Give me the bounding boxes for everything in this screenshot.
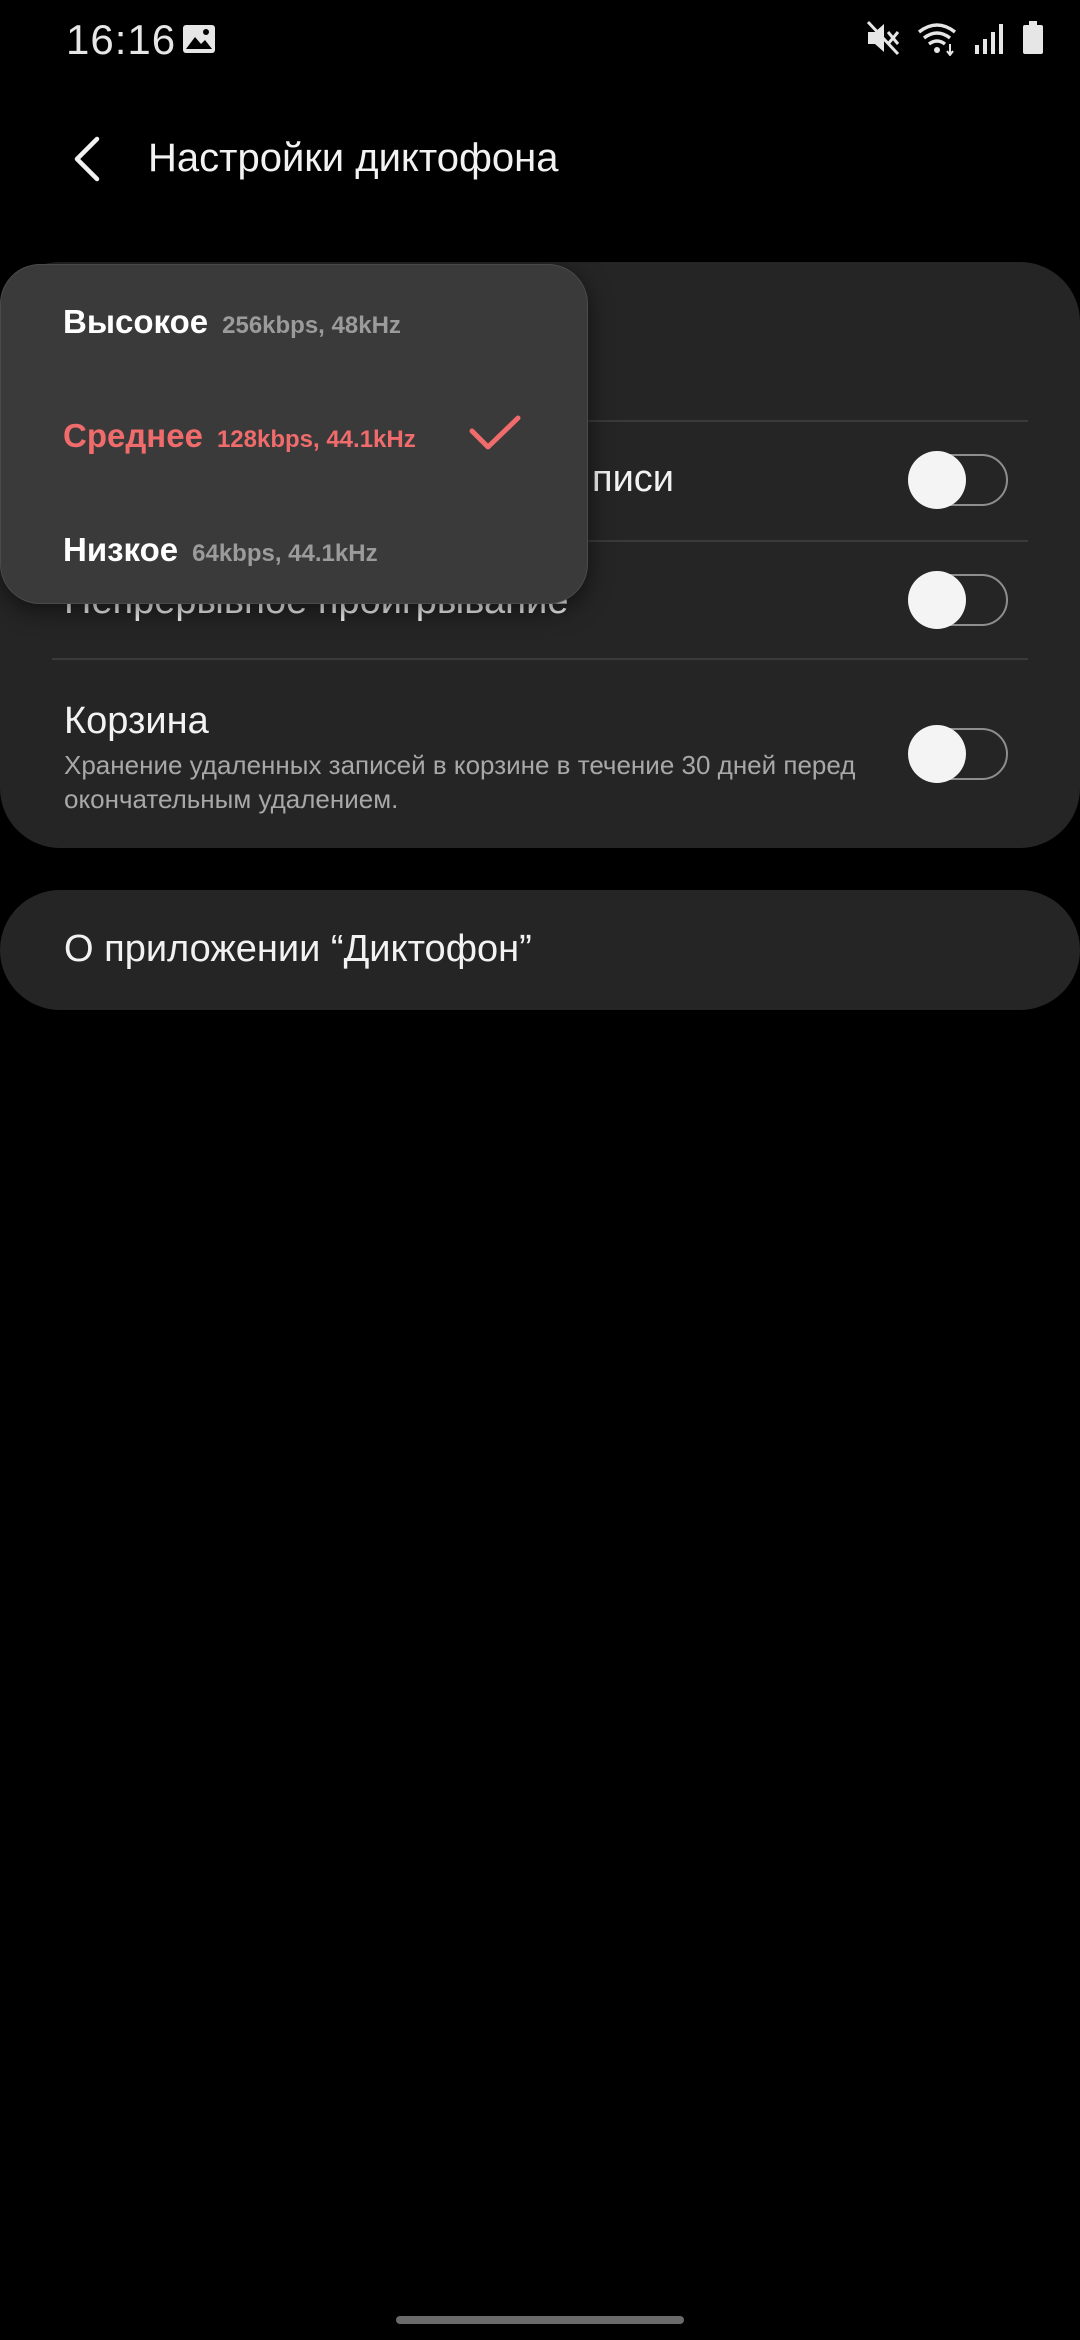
divider bbox=[52, 658, 1028, 660]
chevron-left-icon bbox=[74, 136, 100, 182]
option-name: Высокое bbox=[63, 303, 209, 340]
gallery-icon bbox=[183, 25, 215, 53]
switch-knob bbox=[908, 725, 966, 783]
status-time: 16:16 bbox=[66, 16, 177, 63]
app-header: Настройки диктофона bbox=[0, 110, 1080, 210]
back-button[interactable] bbox=[56, 124, 116, 194]
quality-option-medium[interactable]: Среднее 128kbps, 44.1kHz bbox=[63, 417, 416, 477]
option-detail: 256kbps, 48kHz bbox=[222, 312, 401, 339]
trash-title: Корзина bbox=[64, 700, 209, 742]
record-setting-title: писи bbox=[592, 458, 675, 500]
about-app-item[interactable]: О приложении “Диктофон” bbox=[0, 890, 1080, 1010]
option-detail: 128kbps, 44.1kHz bbox=[216, 426, 416, 453]
record-setting-switch[interactable] bbox=[908, 451, 1008, 509]
battery-icon bbox=[1023, 21, 1043, 54]
trash-subtitle: Хранение удаленных записей в корзине в т… bbox=[64, 750, 856, 814]
check-icon bbox=[469, 415, 521, 450]
option-detail: 64kbps, 44.1kHz bbox=[192, 540, 378, 567]
screen: 16:16 Настройки диктофона писи Корзина Х… bbox=[0, 0, 1080, 2340]
status-bar: 16:16 bbox=[0, 0, 1080, 84]
quality-option-high[interactable]: Высокое 256kbps, 48kHz bbox=[63, 303, 401, 363]
quality-option-low[interactable]: Низкое 64kbps, 44.1kHz bbox=[63, 531, 378, 591]
about-app-label: О приложении “Диктофон” bbox=[64, 928, 532, 970]
switch-knob bbox=[908, 451, 966, 509]
mute-icon bbox=[866, 20, 900, 56]
home-indicator[interactable] bbox=[396, 2316, 684, 2324]
signal-icon bbox=[975, 24, 1003, 54]
wifi-icon bbox=[917, 23, 957, 56]
option-name: Среднее bbox=[63, 417, 203, 454]
page-title: Настройки диктофона bbox=[148, 136, 559, 180]
trash-switch[interactable] bbox=[908, 725, 1008, 783]
continuous-playback-switch[interactable] bbox=[908, 571, 1008, 629]
option-name: Низкое bbox=[63, 531, 179, 568]
status-icons bbox=[866, 20, 1044, 56]
recording-quality-menu: Высокое 256kbps, 48kHz Среднее 128kbps, … bbox=[0, 264, 588, 604]
switch-knob bbox=[908, 571, 966, 629]
